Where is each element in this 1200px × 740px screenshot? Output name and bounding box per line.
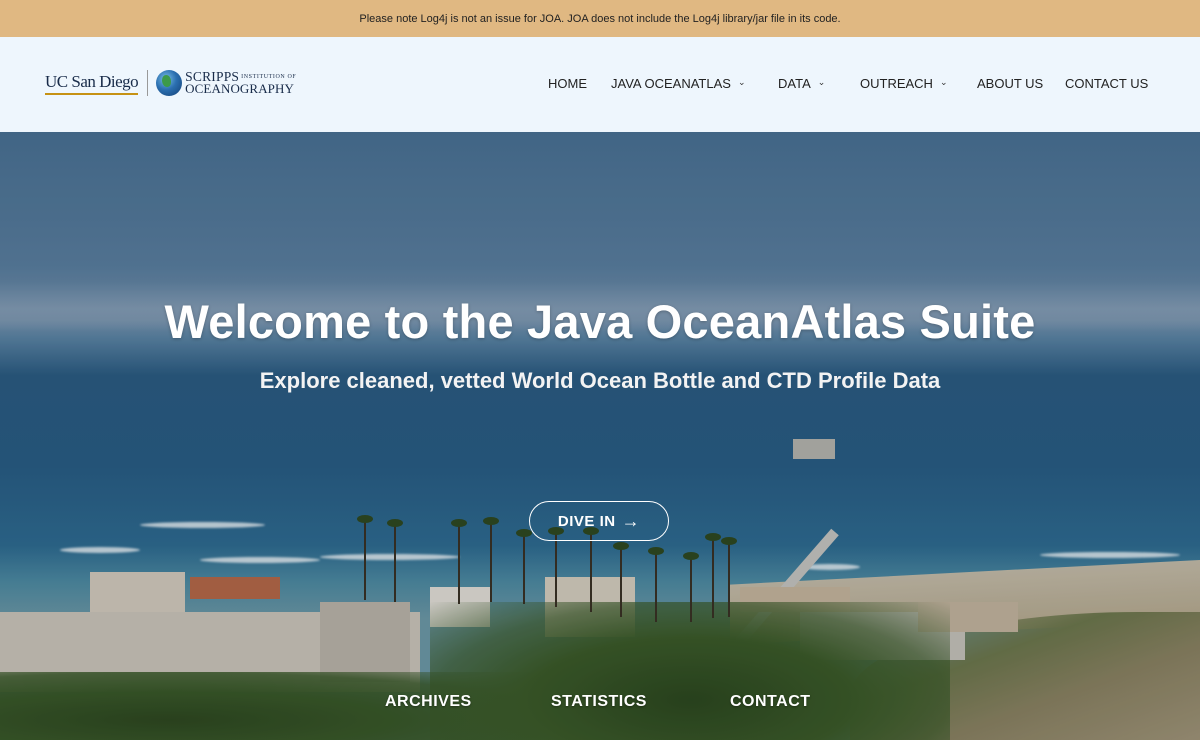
arrow-right-icon: → bbox=[621, 510, 641, 531]
statistics-link[interactable]: STATISTICS bbox=[551, 693, 647, 711]
notice-bar: Please note Log4j is not an issue for JO… bbox=[0, 0, 1200, 37]
chevron-down-icon: ⌄ bbox=[737, 77, 746, 87]
nav-contact-us-label: CONTACT US bbox=[1065, 76, 1149, 91]
contact-link[interactable]: CONTACT bbox=[730, 693, 811, 711]
hero-subtitle: Explore cleaned, vetted World Ocean Bott… bbox=[259, 368, 941, 393]
chevron-down-icon: ⌄ bbox=[939, 77, 948, 87]
chevron-down-icon: ⌄ bbox=[817, 77, 826, 87]
dive-in-label: DIVE IN bbox=[557, 512, 616, 530]
hero-title: Welcome to the Java OceanAtlas Suite bbox=[164, 295, 1036, 348]
notice-text: Please note Log4j is not an issue for JO… bbox=[359, 12, 841, 25]
dive-in-button[interactable]: DIVE IN → bbox=[529, 501, 669, 541]
nav-outreach[interactable]: OUTREACH ⌄ bbox=[860, 76, 948, 91]
nav-home[interactable]: HOME bbox=[548, 76, 587, 91]
nav-java-oceanatlas-label: JAVA OCEANATLAS bbox=[611, 76, 731, 91]
site-header: UC San Diego SCRIPPS INSTITUTION OF OCEAN… bbox=[0, 37, 1200, 132]
ucsd-logo-text: UC San Diego bbox=[45, 72, 139, 95]
nav-contact-us[interactable]: CONTACT US bbox=[1065, 76, 1148, 91]
logo-divider bbox=[147, 70, 149, 96]
hero-section: Welcome to the Java OceanAtlas Suite Exp… bbox=[0, 132, 1200, 740]
hero-overlay bbox=[0, 132, 1200, 740]
scripps-oceanography: OCEANOGRAPHY bbox=[185, 81, 294, 96]
nav-home-label: HOME bbox=[548, 76, 587, 91]
archives-link[interactable]: ARCHIVES bbox=[385, 693, 472, 711]
site-logo[interactable]: UC San Diego SCRIPPS INSTITUTION OF OCEAN… bbox=[45, 67, 296, 99]
nav-data[interactable]: DATA ⌄ bbox=[778, 76, 825, 91]
nav-about-us[interactable]: ABOUT US bbox=[977, 76, 1043, 91]
nav-java-oceanatlas[interactable]: JAVA OCEANATLAS ⌄ bbox=[611, 76, 745, 91]
nav-about-us-label: ABOUT US bbox=[977, 76, 1044, 91]
nav-data-label: DATA bbox=[778, 76, 811, 91]
globe-icon bbox=[156, 70, 183, 96]
scripps-institution: INSTITUTION OF bbox=[241, 74, 297, 80]
scripps-logo-text: SCRIPPS INSTITUTION OF OCEANOGRAPHY bbox=[185, 70, 297, 96]
nav-outreach-label: OUTREACH bbox=[860, 76, 933, 91]
